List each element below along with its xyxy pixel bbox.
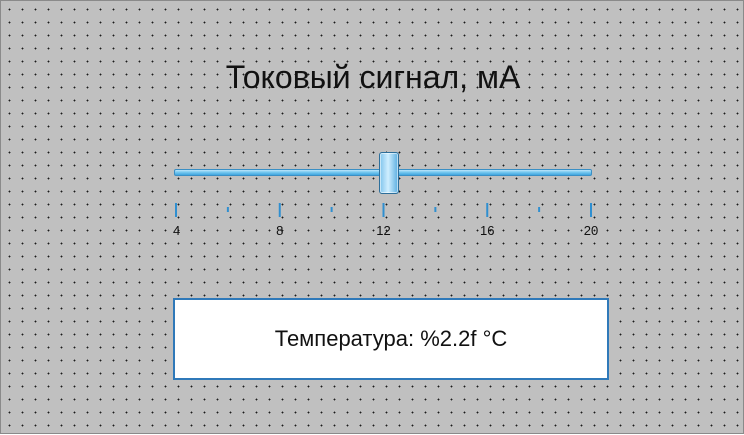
tick-label: 20: [584, 223, 598, 238]
current-signal-slider[interactable]: [171, 148, 597, 198]
tick-label: 8: [276, 223, 283, 238]
temperature-readout: Температура: %2.2f °C: [173, 298, 609, 380]
slider-thumb[interactable]: [378, 152, 399, 194]
tick-label: 16: [480, 223, 494, 238]
tick-label: 4: [173, 223, 180, 238]
design-canvas: Токовый сигнал, мА 4 8 12 16 20 Температура:…: [0, 0, 744, 434]
temperature-readout-text: Температура: %2.2f °C: [274, 326, 508, 351]
tick-label: 12: [376, 223, 390, 238]
signal-title: Токовый сигнал, мА: [225, 59, 521, 95]
